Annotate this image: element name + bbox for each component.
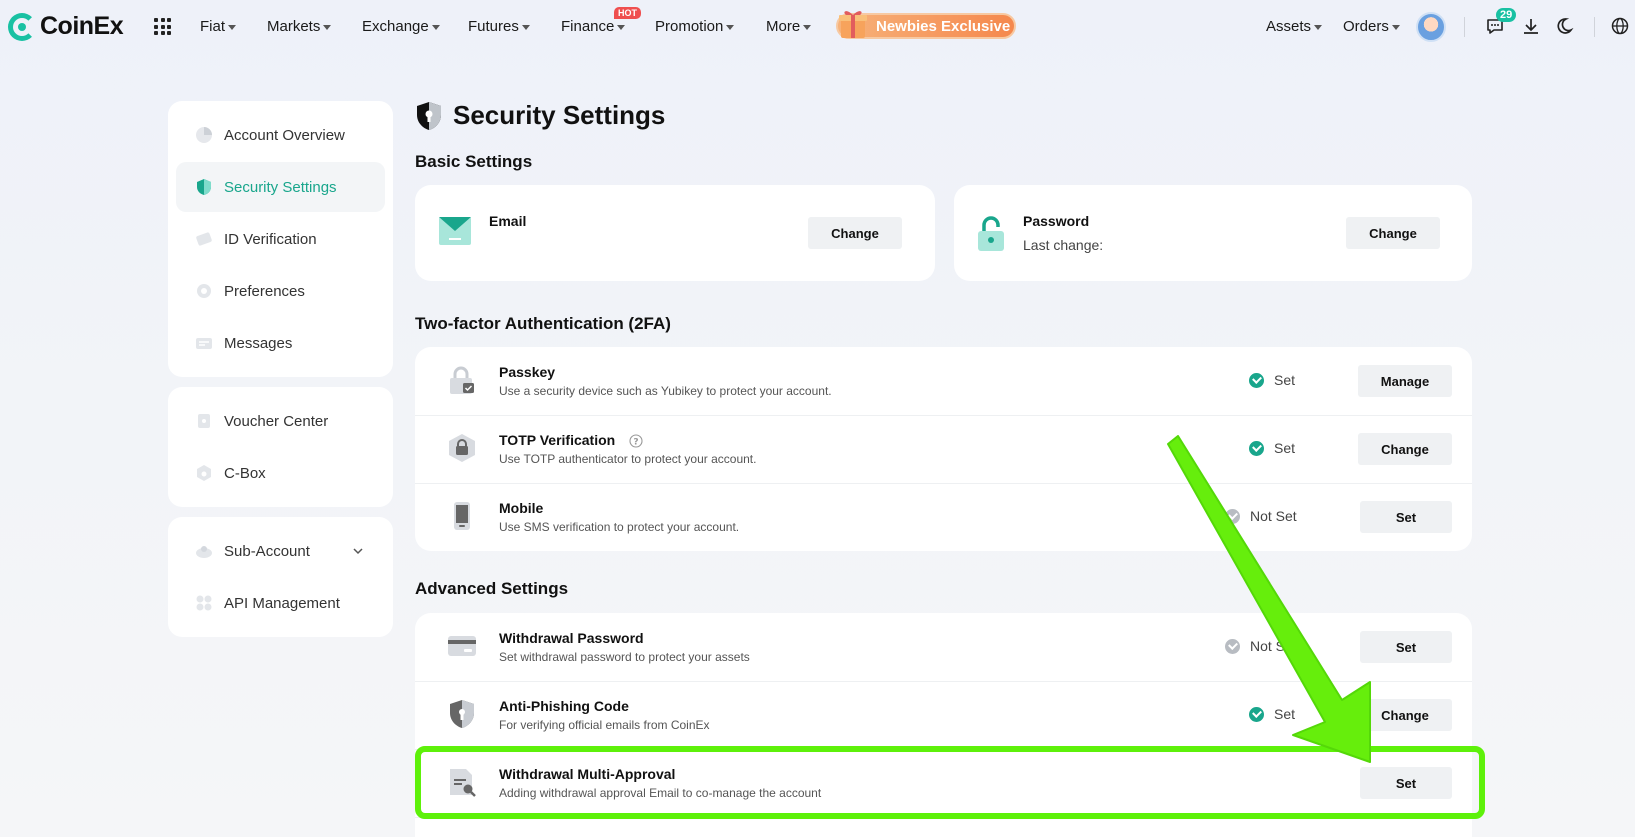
- nav-more[interactable]: More: [766, 18, 812, 35]
- sidebar-item-preferences[interactable]: Preferences: [168, 266, 393, 316]
- help-circle-icon[interactable]: ?: [629, 434, 643, 448]
- top-navigation: CoinEx Fiat Markets Exchange Futures Fin…: [0, 0, 1635, 54]
- chevron-down-icon: [726, 24, 735, 30]
- nav-markets[interactable]: Markets: [267, 18, 332, 35]
- gear-icon: [197, 284, 211, 298]
- anti-phishing-shield-icon: [450, 700, 474, 728]
- check-circle-icon: [1249, 372, 1264, 388]
- passkey-manage-button[interactable]: Manage: [1358, 365, 1452, 397]
- passkey-title: Passkey: [499, 364, 556, 380]
- sidebar-rewards-group: Voucher Center C-Box: [168, 387, 393, 507]
- gift-icon: [839, 11, 867, 38]
- chevron-down-icon[interactable]: [352, 545, 364, 557]
- sidebar-item-sub-account[interactable]: Sub-Account: [168, 526, 393, 576]
- download-icon[interactable]: [1521, 16, 1541, 36]
- nav-divider: [1594, 17, 1595, 37]
- chevron-down-icon: [803, 24, 812, 30]
- lock-icon: [978, 216, 1004, 251]
- user-avatar[interactable]: [1416, 12, 1446, 42]
- password-last-change: Last change:: [1023, 237, 1104, 253]
- nav-futures[interactable]: Futures: [468, 18, 530, 35]
- chevron-down-icon: [323, 24, 332, 30]
- globe-icon[interactable]: [1610, 16, 1630, 36]
- passkey-description: Use a security device such as Yubikey to…: [499, 384, 832, 398]
- sidebar-item-messages[interactable]: Messages: [168, 318, 393, 368]
- box-icon: [197, 465, 211, 481]
- sidebar-account-tools-group: Sub-Account API Management: [168, 517, 393, 637]
- chevron-down-icon: [1391, 24, 1400, 30]
- pie-chart-icon: [196, 127, 212, 143]
- svg-text:?: ?: [633, 438, 638, 448]
- passkey-lock-icon: [450, 366, 474, 394]
- chevron-down-icon: [228, 24, 237, 30]
- chevron-down-icon: [617, 24, 626, 30]
- sidebar-item-c-box[interactable]: C-Box: [168, 448, 393, 498]
- totp-hexagon-lock-icon: [449, 434, 475, 462]
- sub-account-icon: [196, 546, 212, 558]
- sidebar-item-voucher-center[interactable]: Voucher Center: [168, 396, 393, 446]
- email-icon: [439, 217, 471, 245]
- withdrawal-password-title: Withdrawal Password: [499, 630, 644, 646]
- passkey-status: Set: [1249, 372, 1295, 388]
- email-card: Email Change: [415, 185, 935, 281]
- nav-finance[interactable]: Finance: [561, 18, 626, 35]
- nav-exchange[interactable]: Exchange: [362, 18, 440, 35]
- hot-badge: HOT: [614, 7, 641, 19]
- email-change-button[interactable]: Change: [808, 217, 902, 249]
- 2fa-heading: Two-factor Authentication (2FA): [415, 314, 671, 333]
- anti-phishing-title: Anti-Phishing Code: [499, 698, 629, 714]
- page-title: Security Settings: [415, 100, 665, 131]
- totp-description: Use TOTP authenticator to protect your a…: [499, 452, 757, 466]
- sidebar-item-api-management[interactable]: API Management: [168, 578, 393, 628]
- shield-icon: [197, 179, 211, 195]
- notification-count-badge: 29: [1496, 8, 1517, 22]
- nav-assets[interactable]: Assets: [1266, 18, 1323, 35]
- pointer-arrow-icon: [1167, 435, 1371, 763]
- message-icon: [196, 338, 212, 349]
- chevron-down-icon: [431, 24, 440, 30]
- anti-phishing-description: For verifying official emails from CoinE…: [499, 718, 710, 732]
- security-shield-icon: [417, 101, 441, 130]
- sidebar-item-account-overview[interactable]: Account Overview: [168, 110, 393, 160]
- id-card-icon: [196, 232, 212, 246]
- nav-fiat[interactable]: Fiat: [200, 18, 237, 35]
- credit-card-icon: [448, 636, 476, 656]
- api-icon: [196, 595, 212, 611]
- coinex-logo[interactable]: CoinEx: [8, 12, 124, 41]
- sidebar-item-security-settings[interactable]: Security Settings: [176, 162, 385, 212]
- moon-icon[interactable]: [1557, 16, 1577, 36]
- totp-title: TOTP Verification ?: [499, 432, 643, 448]
- apps-grid-icon[interactable]: [154, 18, 171, 35]
- withdrawal-password-description: Set withdrawal password to protect your …: [499, 650, 750, 664]
- nav-orders[interactable]: Orders: [1343, 18, 1400, 35]
- coinex-logo-icon: [8, 12, 36, 41]
- email-title: Email: [489, 213, 527, 229]
- password-card: Password Last change: Change: [954, 185, 1472, 281]
- mobile-description: Use SMS verification to protect your acc…: [499, 520, 740, 534]
- mobile-phone-icon: [454, 502, 470, 530]
- nav-promotion[interactable]: Promotion: [655, 18, 735, 35]
- chevron-down-icon: [521, 24, 530, 30]
- sidebar-item-id-verification[interactable]: ID Verification: [168, 214, 393, 264]
- password-title: Password: [1023, 213, 1090, 229]
- voucher-icon: [198, 414, 210, 428]
- basic-settings-heading: Basic Settings: [415, 152, 533, 171]
- passkey-row: Passkey Use a security device such as Yu…: [415, 347, 1472, 415]
- advanced-settings-heading: Advanced Settings: [415, 579, 569, 598]
- chevron-down-icon: [1314, 24, 1323, 30]
- nav-divider: [1464, 17, 1465, 37]
- password-change-button[interactable]: Change: [1346, 217, 1440, 249]
- sidebar-account-group: Account Overview Security Settings ID Ve…: [168, 101, 393, 377]
- mobile-title: Mobile: [499, 500, 544, 516]
